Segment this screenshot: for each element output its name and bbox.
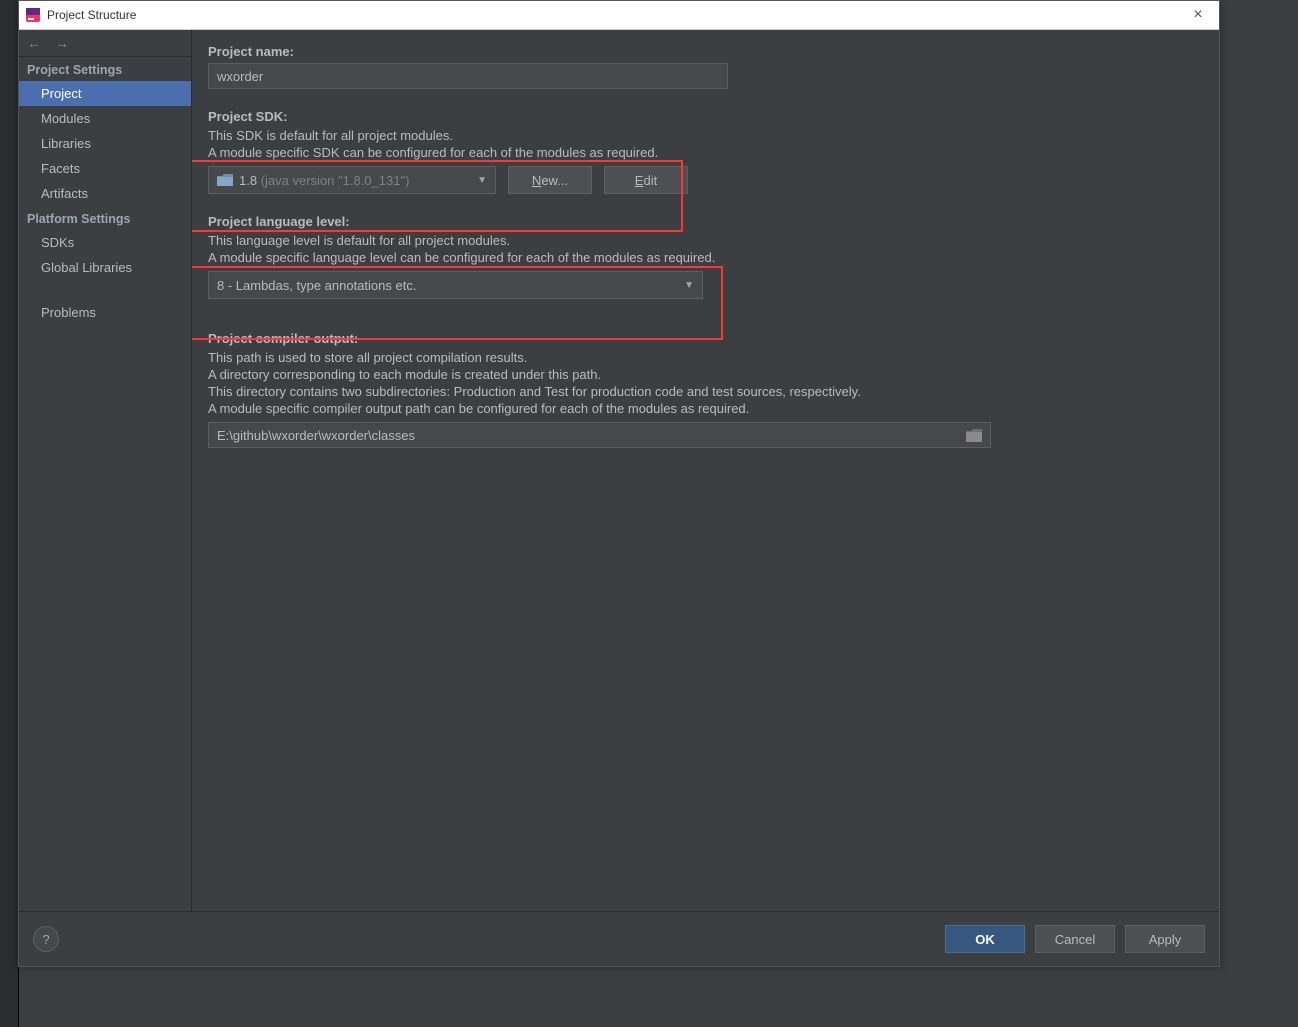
project-name-label: Project name: — [208, 44, 1203, 59]
project-sdk-combo[interactable]: 1.8 (java version "1.8.0_131") ▼ — [208, 166, 496, 194]
compiler-output-desc3: This directory contains two subdirectori… — [208, 384, 1203, 399]
sdk-value-dim: (java version "1.8.0_131") — [261, 173, 410, 188]
sidebar-item-artifacts[interactable]: Artifacts — [19, 181, 191, 206]
dialog-footer: ? OK Cancel Apply — [19, 911, 1219, 966]
compiler-output-input[interactable]: E:\github\wxorder\wxorder\classes — [208, 422, 991, 448]
close-icon[interactable]: × — [1183, 6, 1213, 24]
edit-sdk-button[interactable]: Edit — [604, 166, 688, 194]
language-level-desc1: This language level is default for all p… — [208, 233, 1203, 248]
compiler-output-value: E:\github\wxorder\wxorder\classes — [217, 428, 415, 443]
sidebar-item-facets[interactable]: Facets — [19, 156, 191, 181]
chevron-down-icon: ▼ — [477, 175, 487, 186]
cancel-button[interactable]: Cancel — [1035, 925, 1115, 953]
browse-folder-icon[interactable] — [966, 429, 982, 445]
apply-button[interactable]: Apply — [1125, 925, 1205, 953]
project-name-value: wxorder — [217, 69, 263, 84]
ok-button[interactable]: OK — [945, 925, 1025, 953]
sdk-value-main: 1.8 — [239, 173, 257, 188]
compiler-output-label: Project compiler output: — [208, 331, 1203, 346]
sidebar-section-platform-settings: Platform Settings — [19, 206, 191, 230]
sidebar: ← → Project Settings Project Modules Lib… — [19, 30, 192, 911]
sidebar-item-sdks[interactable]: SDKs — [19, 230, 191, 255]
sidebar-item-libraries[interactable]: Libraries — [19, 131, 191, 156]
app-icon — [25, 7, 41, 23]
content-panel: Project name: wxorder Project SDK: This … — [192, 30, 1219, 911]
project-sdk-desc1: This SDK is default for all project modu… — [208, 128, 1203, 143]
chevron-down-icon: ▼ — [684, 280, 694, 291]
language-level-desc2: A module specific language level can be … — [208, 250, 1203, 265]
background-editor — [0, 0, 19, 1027]
sidebar-item-modules[interactable]: Modules — [19, 106, 191, 131]
new-sdk-button[interactable]: New... — [508, 166, 592, 194]
language-level-value: 8 - Lambdas, type annotations etc. — [217, 278, 416, 293]
sidebar-item-project[interactable]: Project — [19, 81, 191, 106]
project-sdk-label: Project SDK: — [208, 109, 1203, 124]
sidebar-item-global-libraries[interactable]: Global Libraries — [19, 255, 191, 280]
sidebar-section-project-settings: Project Settings — [19, 57, 191, 81]
project-sdk-desc2: A module specific SDK can be configured … — [208, 145, 1203, 160]
forward-arrow-icon[interactable]: → — [55, 35, 69, 51]
sidebar-item-problems[interactable]: Problems — [19, 300, 191, 325]
compiler-output-desc2: A directory corresponding to each module… — [208, 367, 1203, 382]
titlebar: Project Structure × — [19, 1, 1219, 30]
help-button[interactable]: ? — [33, 926, 59, 952]
folder-icon — [217, 174, 233, 186]
compiler-output-desc4: A module specific compiler output path c… — [208, 401, 1203, 416]
project-name-input[interactable]: wxorder — [208, 63, 728, 89]
project-structure-dialog: Project Structure × ← → Project Settings… — [18, 0, 1220, 967]
language-level-combo[interactable]: 8 - Lambdas, type annotations etc. ▼ — [208, 271, 703, 299]
compiler-output-desc1: This path is used to store all project c… — [208, 350, 1203, 365]
window-title: Project Structure — [47, 8, 1183, 22]
back-arrow-icon[interactable]: ← — [27, 35, 41, 51]
language-level-label: Project language level: — [208, 214, 1203, 229]
nav-arrows: ← → — [19, 30, 191, 57]
